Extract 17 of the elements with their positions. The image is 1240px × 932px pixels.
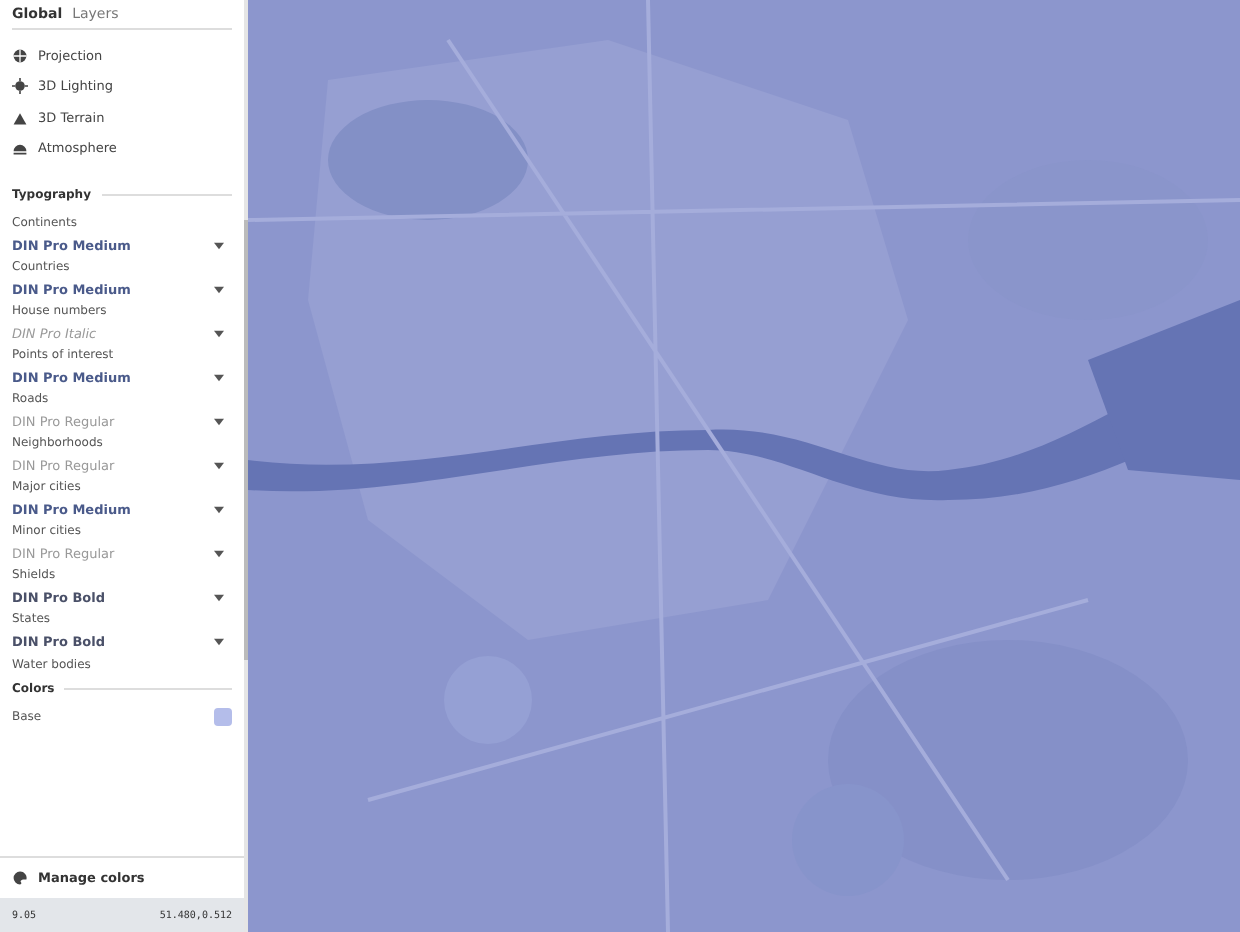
caret-icon: [214, 549, 224, 557]
caret-icon: [214, 285, 224, 293]
globe-icon: [12, 47, 28, 64]
caret-icon: [214, 505, 224, 513]
sun-icon: [12, 78, 28, 95]
caret-icon: [214, 329, 224, 337]
horizon-icon: [12, 140, 28, 157]
scrollbar-thumb[interactable]: [244, 220, 248, 660]
caret-icon: [214, 241, 224, 249]
palette-icon: [12, 870, 28, 886]
caret-icon: [214, 461, 224, 469]
caret-icon: [214, 593, 224, 601]
color-swatch[interactable]: [214, 708, 232, 726]
caret-icon: [214, 417, 224, 425]
mountain-icon: [12, 109, 28, 126]
caret-icon: [214, 637, 224, 645]
caret-icon: [214, 373, 224, 381]
